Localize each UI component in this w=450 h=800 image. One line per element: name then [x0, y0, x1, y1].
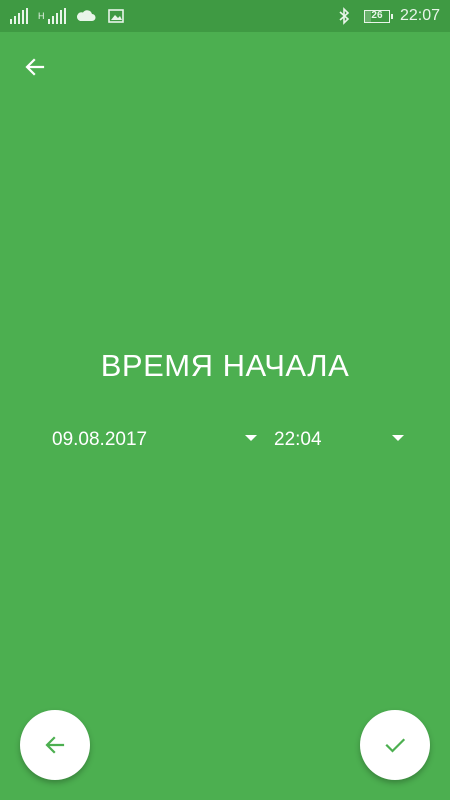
- battery-level: 26: [371, 10, 383, 21]
- previous-button[interactable]: [20, 710, 90, 780]
- network-type-label: H: [38, 11, 45, 21]
- status-bar-left: H: [10, 8, 126, 24]
- signal-icon: H: [38, 8, 66, 24]
- battery-icon: 26: [363, 9, 393, 23]
- status-clock: 22:07: [399, 7, 440, 24]
- time-picker[interactable]: 22:04: [274, 424, 404, 456]
- dropdown-arrow-icon: [245, 435, 257, 441]
- date-value: 09.08.2017: [52, 429, 148, 450]
- arrow-back-icon: [45, 736, 65, 754]
- date-picker[interactable]: 09.08.2017: [52, 424, 257, 456]
- confirm-button[interactable]: [360, 710, 430, 780]
- page-title: ВРЕМЯ НАЧАЛА: [100, 348, 350, 383]
- status-bar-right: 26 22:07: [334, 7, 440, 25]
- arrow-back-icon: [25, 58, 45, 76]
- dropdown-arrow-icon: [392, 435, 404, 441]
- time-value: 22:04: [274, 429, 322, 450]
- check-icon: [385, 738, 406, 753]
- status-bar: H 26 22:07: [0, 0, 450, 32]
- bluetooth-icon: [334, 7, 354, 25]
- cloud-icon: [76, 8, 96, 24]
- image-icon: [106, 8, 126, 24]
- back-button[interactable]: [20, 52, 50, 82]
- signal-icon: [10, 8, 28, 24]
